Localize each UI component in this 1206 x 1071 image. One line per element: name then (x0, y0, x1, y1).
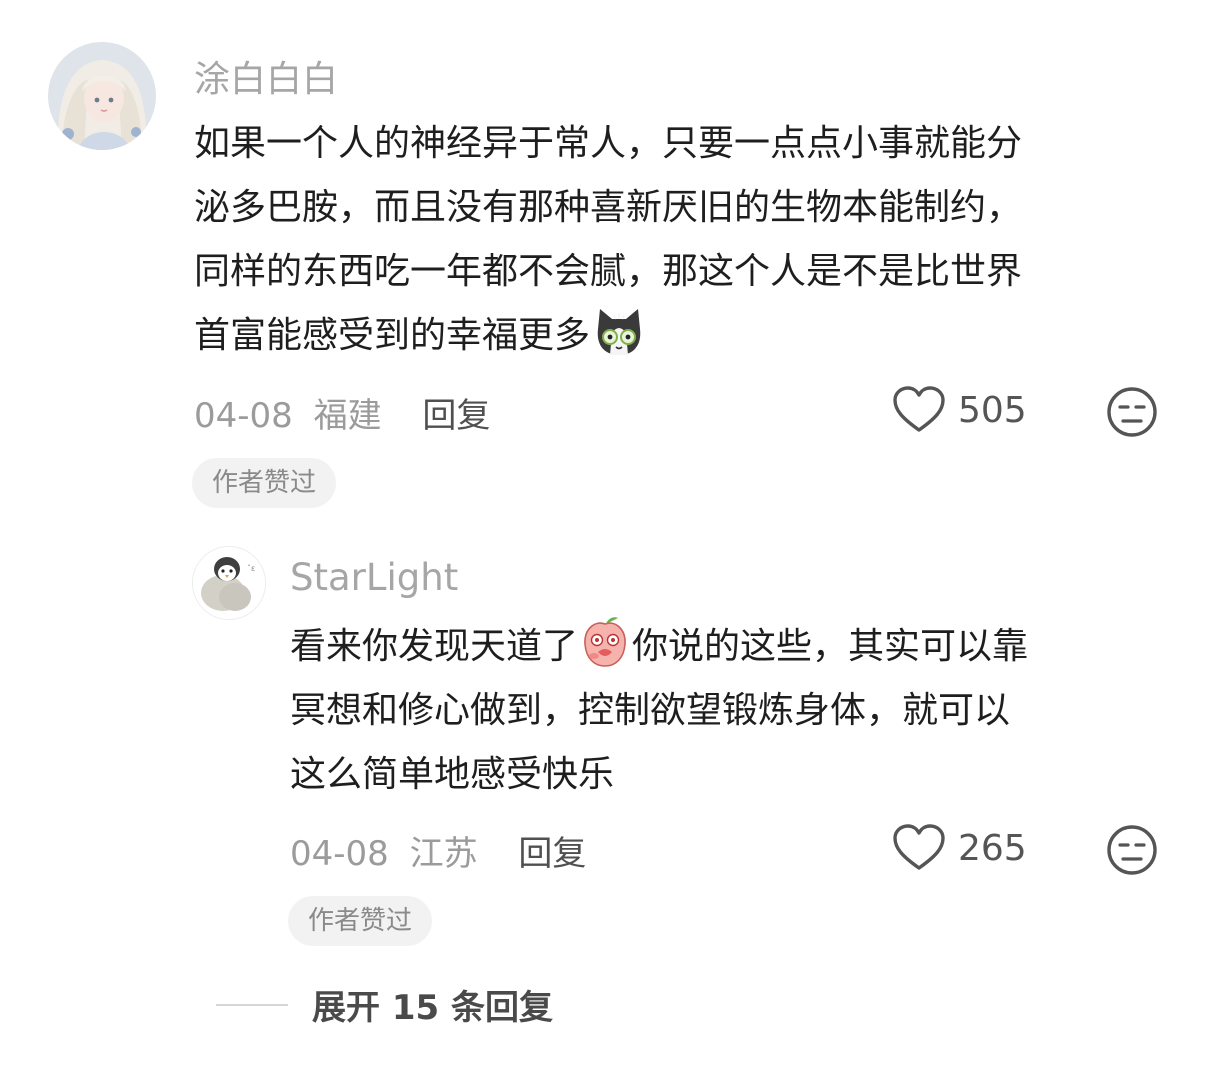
comment-line-text: 首富能感受到的幸福更多 (194, 315, 591, 356)
reply-button[interactable]: 回复 (518, 834, 586, 874)
reply-button[interactable]: 回复 (422, 396, 490, 436)
user-avatar[interactable]: ˇε (192, 546, 266, 620)
username[interactable]: StarLight (290, 556, 458, 599)
username[interactable]: 涂白白白 (194, 50, 338, 102)
comment-line: 首富能感受到的幸福更多 (194, 304, 1022, 368)
user-avatar[interactable] (48, 42, 156, 150)
reply-meta: 04-08 江苏 回复 (290, 826, 586, 875)
heart-icon (893, 824, 945, 870)
like-count: 265 (958, 827, 1027, 869)
comment-line: 如果一个人的神经异于常人，只要一点点小事就能分 (194, 123, 1023, 164)
penguin-avatar-icon: ˇε (193, 547, 265, 619)
dislike-button[interactable] (1106, 386, 1158, 442)
comment-meta: 04-08 福建 回复 (194, 388, 490, 437)
comment-date: 04-08 (194, 396, 293, 436)
reply-location: 江苏 (409, 834, 478, 874)
reply-line: 冥想和修心做到，控制欲望锻炼身体，就可以 (290, 690, 1011, 731)
dislike-button[interactable] (1106, 824, 1158, 880)
unamused-face-icon (1107, 387, 1157, 437)
comment-location: 福建 (313, 396, 382, 436)
reply-text: 看来你发现天道了 你说的这些，其实可以靠 冥想和修心做到，控制欲望锻炼身体，就可… (290, 615, 1028, 807)
girl-avatar-icon (48, 42, 156, 150)
like-button[interactable]: 505 (892, 386, 1027, 434)
comment-text: 如果一个人的神经异于常人，只要一点点小事就能分 泌多巴胺，而且没有那种喜新厌旧的… (194, 112, 1022, 368)
like-button[interactable]: 265 (892, 824, 1027, 872)
comment-line: 同样的东西吃一年都不会腻，那这个人是不是比世界 (194, 251, 1023, 292)
divider-line (216, 1003, 288, 1006)
reply-date: 04-08 (290, 834, 389, 874)
expand-replies-label: 展开 15 条回复 (312, 988, 553, 1028)
svg-text:ˇε: ˇε (247, 563, 255, 573)
comment-line: 泌多巴胺，而且没有那种喜新厌旧的生物本能制约， (194, 187, 1023, 228)
heart-icon (893, 386, 945, 432)
reply-line: 看来你发现天道了 你说的这些，其实可以靠 (290, 615, 1028, 679)
reply-line-text: 看来你发现天道了 (290, 626, 579, 667)
like-count: 505 (958, 389, 1027, 431)
cat-emoji-icon (592, 307, 646, 378)
reply-line-text: 你说的这些，其实可以靠 (632, 626, 1029, 667)
expand-replies-button[interactable]: 展开 15 条回复 (216, 980, 553, 1029)
author-liked-badge: 作者赞过 (288, 896, 433, 946)
author-liked-badge: 作者赞过 (192, 458, 337, 508)
unamused-face-icon (1107, 825, 1157, 875)
reply-line: 这么简单地感受快乐 (290, 754, 615, 795)
